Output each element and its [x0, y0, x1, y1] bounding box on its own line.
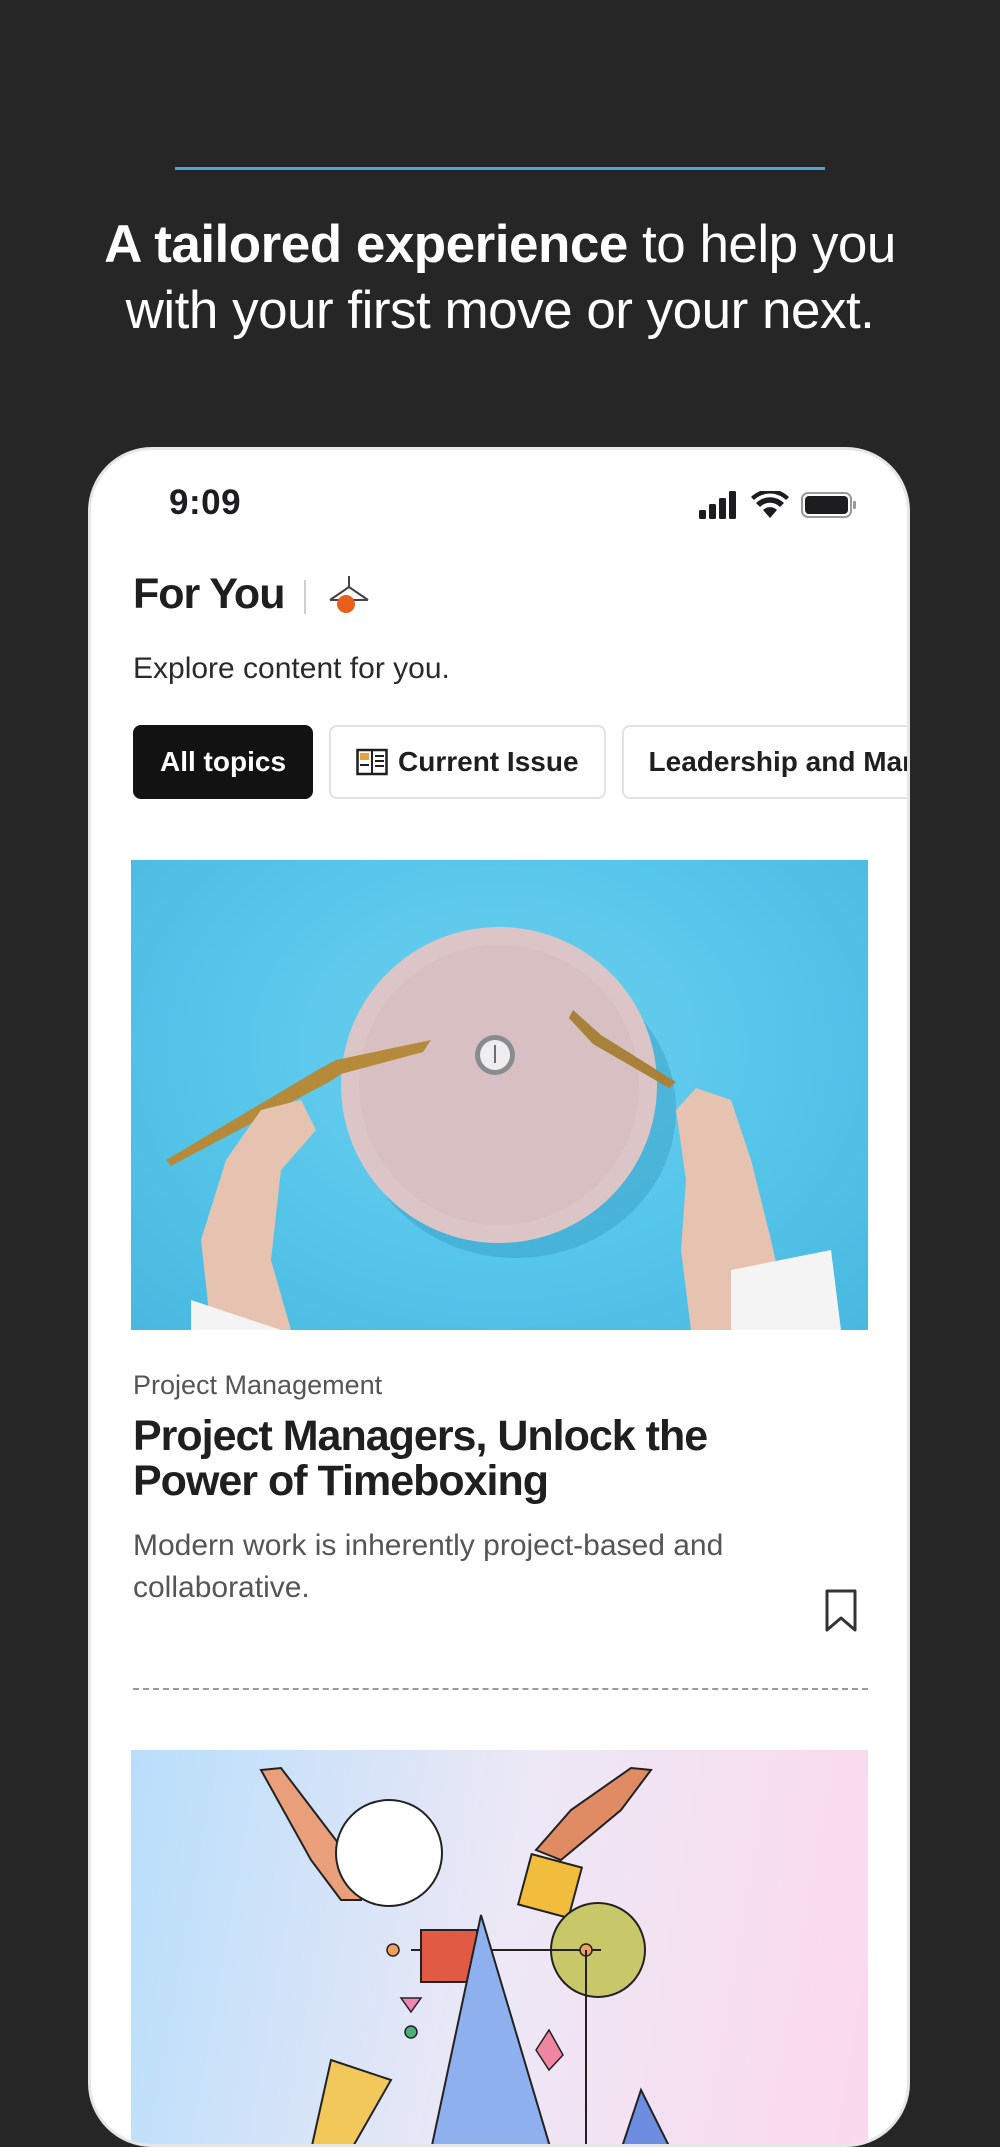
shapes-illustration	[259, 1766, 670, 2144]
article-divider	[133, 1688, 868, 1690]
headline-bold: A tailored experience	[104, 215, 628, 274]
chip-label: Leadership and Mar	[648, 746, 910, 777]
article-hero-image[interactable]	[131, 860, 868, 1330]
plate-illustration	[166, 927, 841, 1330]
article-title[interactable]: Project Managers, Unlock the Power of Ti…	[133, 1414, 753, 1504]
chip-label: Current Issue	[398, 746, 579, 777]
chip-all-topics[interactable]: All topics	[133, 725, 314, 799]
battery-icon	[801, 492, 856, 518]
phone-mockup: 9:09 For You Explore content for you. Al…	[88, 447, 910, 2147]
topic-chips: All topics Current Issue Leadership and …	[133, 725, 910, 799]
cellular-signal-icon	[699, 491, 736, 519]
bookmark-icon[interactable]	[824, 1589, 858, 1633]
article-category[interactable]: Project Management	[133, 1370, 382, 1401]
chip-leadership[interactable]: Leadership and Mar	[621, 725, 910, 799]
headline: A tailored experience to help you with y…	[60, 212, 940, 344]
magazine-icon	[356, 748, 388, 776]
article-description: Modern work is inherently project-based …	[133, 1529, 724, 1604]
next-article-image[interactable]	[131, 1750, 868, 2144]
status-icons	[699, 490, 857, 520]
chip-label: All topics	[160, 746, 287, 777]
brand-logo-icon	[329, 576, 369, 613]
page-subtitle: Explore content for you.	[133, 652, 450, 685]
accent-line	[175, 167, 825, 170]
title-divider	[304, 580, 306, 614]
page-title: For You	[133, 570, 285, 618]
wifi-icon	[751, 491, 789, 518]
chip-current-issue[interactable]: Current Issue	[329, 725, 606, 799]
status-time: 9:09	[169, 483, 242, 522]
